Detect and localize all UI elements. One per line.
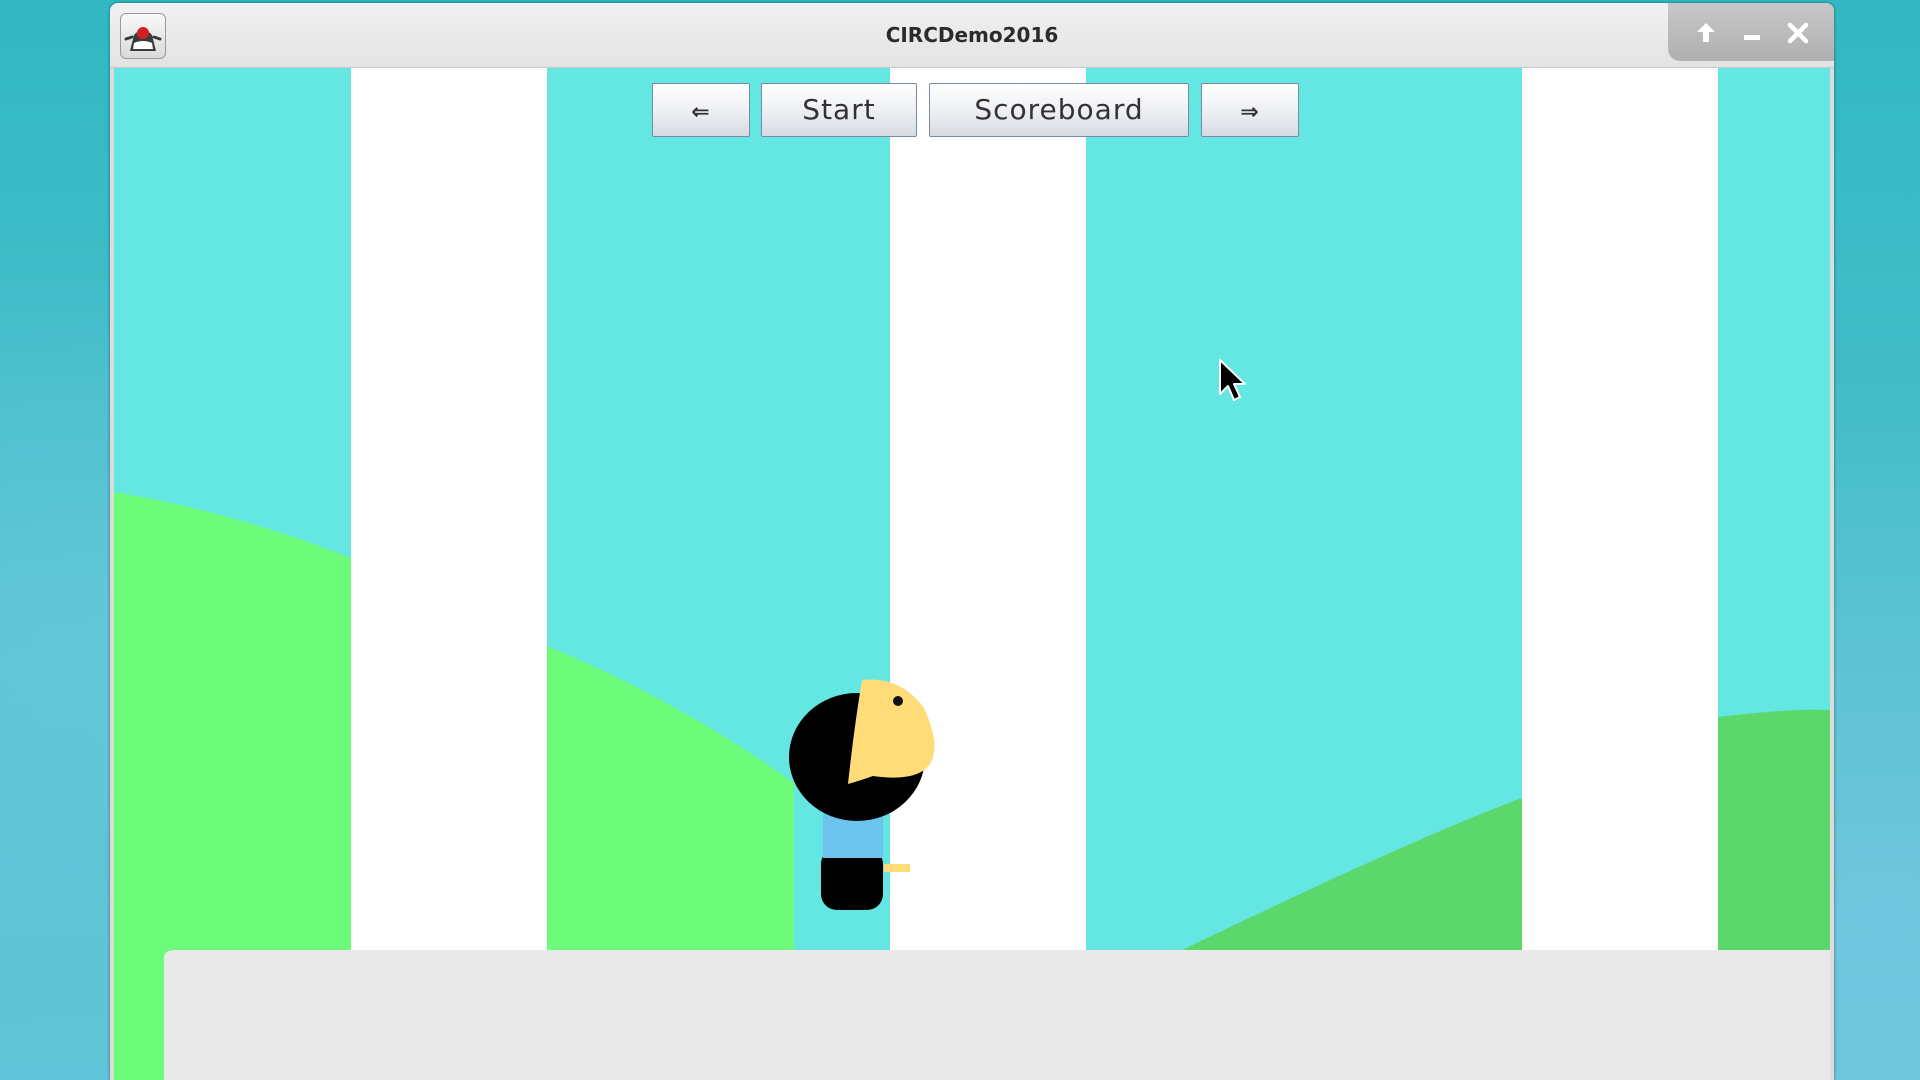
prev-button[interactable]: ⇐ xyxy=(652,83,750,137)
pillar-3 xyxy=(1522,68,1718,1080)
left-double-arrow-icon: ⇐ xyxy=(691,100,711,125)
pillar-1 xyxy=(351,68,547,1080)
minimize-icon[interactable] xyxy=(1736,17,1768,49)
maximize-icon[interactable] xyxy=(1690,17,1722,49)
next-button[interactable]: ⇒ xyxy=(1201,83,1299,137)
game-scene xyxy=(114,68,1830,1080)
window-title: CIRCDemo2016 xyxy=(885,23,1059,47)
pillar-2 xyxy=(890,68,1086,1080)
scoreboard-button[interactable]: Scoreboard xyxy=(929,83,1189,137)
close-icon[interactable] xyxy=(1782,17,1814,49)
window-controls xyxy=(1668,3,1834,61)
player-eye xyxy=(893,696,903,706)
title-bar[interactable]: CIRCDemo2016 xyxy=(110,3,1834,68)
game-canvas[interactable]: ⇐ Start Scoreboard ⇒ xyxy=(114,68,1830,1080)
right-double-arrow-icon: ⇒ xyxy=(1240,100,1260,125)
app-window: CIRCDemo2016 ⇐ Start Scoreboard ⇒ xyxy=(110,3,1834,1080)
start-button[interactable]: Start xyxy=(761,83,917,137)
player-foot xyxy=(884,864,910,872)
mouse-pointer-icon xyxy=(1218,358,1248,404)
ground-platform xyxy=(164,950,1830,1080)
